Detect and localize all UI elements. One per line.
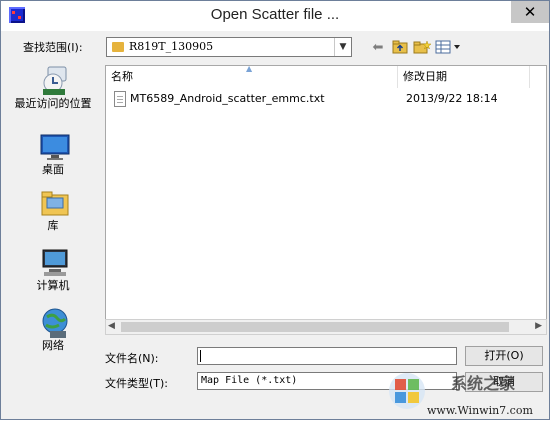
place-libraries[interactable]: 库 [11,187,95,247]
place-computer[interactable]: 计算机 [11,247,95,307]
filetype-label: 文件类型(T): [105,377,169,390]
watermark-url: www.Winwin7.com [427,404,533,417]
file-list[interactable]: 名称 ▲ 修改日期 MT6589_Android_scatter_emmc.tx… [105,65,547,335]
open-file-dialog: Open Scatter file ... ✕ 查找范围(I): R819T_1… [0,0,550,420]
new-folder-icon[interactable] [413,40,432,56]
place-label: 桌面 [42,163,64,176]
place-recent[interactable]: 最近访问的位置 [11,65,95,125]
filename-label: 文件名(N): [105,352,159,365]
look-in-label: 查找范围(I): [23,41,83,54]
place-desktop[interactable]: 桌面 [11,131,95,191]
file-modified: 2013/9/22 18:14 [406,92,498,105]
view-menu-icon[interactable] [435,40,463,56]
window-title: Open Scatter file ... [210,6,340,23]
place-network[interactable]: 网络 [11,307,95,367]
libraries-icon [39,187,71,219]
scroll-left-icon[interactable]: ◀ [108,321,115,331]
chevron-down-icon[interactable]: ▼ [334,38,351,56]
text-file-icon [114,91,126,107]
places-bar: 最近访问的位置 桌面 库 计算机 网络 [11,65,95,365]
computer-icon [39,247,71,279]
place-label: 库 [47,219,59,232]
column-modified[interactable]: 修改日期 [398,66,530,88]
cancel-button[interactable]: 取消 [465,372,543,392]
table-row[interactable]: MT6589_Android_scatter_emmc.txt 2013/9/2… [106,90,546,108]
look-in-combo[interactable]: R819T_130905 ▼ [106,37,352,57]
title-bar: Open Scatter file ... ✕ [1,1,549,31]
place-label: 计算机 [36,279,70,292]
filename-input[interactable] [197,347,457,365]
place-label: 网络 [42,339,64,352]
column-extra[interactable] [530,66,546,88]
horizontal-scrollbar[interactable]: ◀ ▶ [105,319,547,335]
back-arrow-icon[interactable]: ⬅ [369,40,387,56]
close-button[interactable]: ✕ [511,1,549,23]
text-caret [200,350,201,362]
recent-places-icon [39,65,71,97]
filetype-select[interactable]: Map File (*.txt) [197,372,457,390]
place-label: 最近访问的位置 [14,97,92,110]
file-name: MT6589_Android_scatter_emmc.txt [130,92,325,105]
desktop-icon [39,131,71,163]
open-button[interactable]: 打开(O) [465,346,543,366]
folder-icon [112,42,124,52]
scroll-right-icon[interactable]: ▶ [535,321,542,331]
sort-ascending-icon: ▲ [246,65,253,73]
network-icon [39,307,71,339]
look-in-value: R819T_130905 [129,40,214,53]
up-folder-icon[interactable] [391,40,409,56]
scrollbar-thumb[interactable] [121,322,509,332]
